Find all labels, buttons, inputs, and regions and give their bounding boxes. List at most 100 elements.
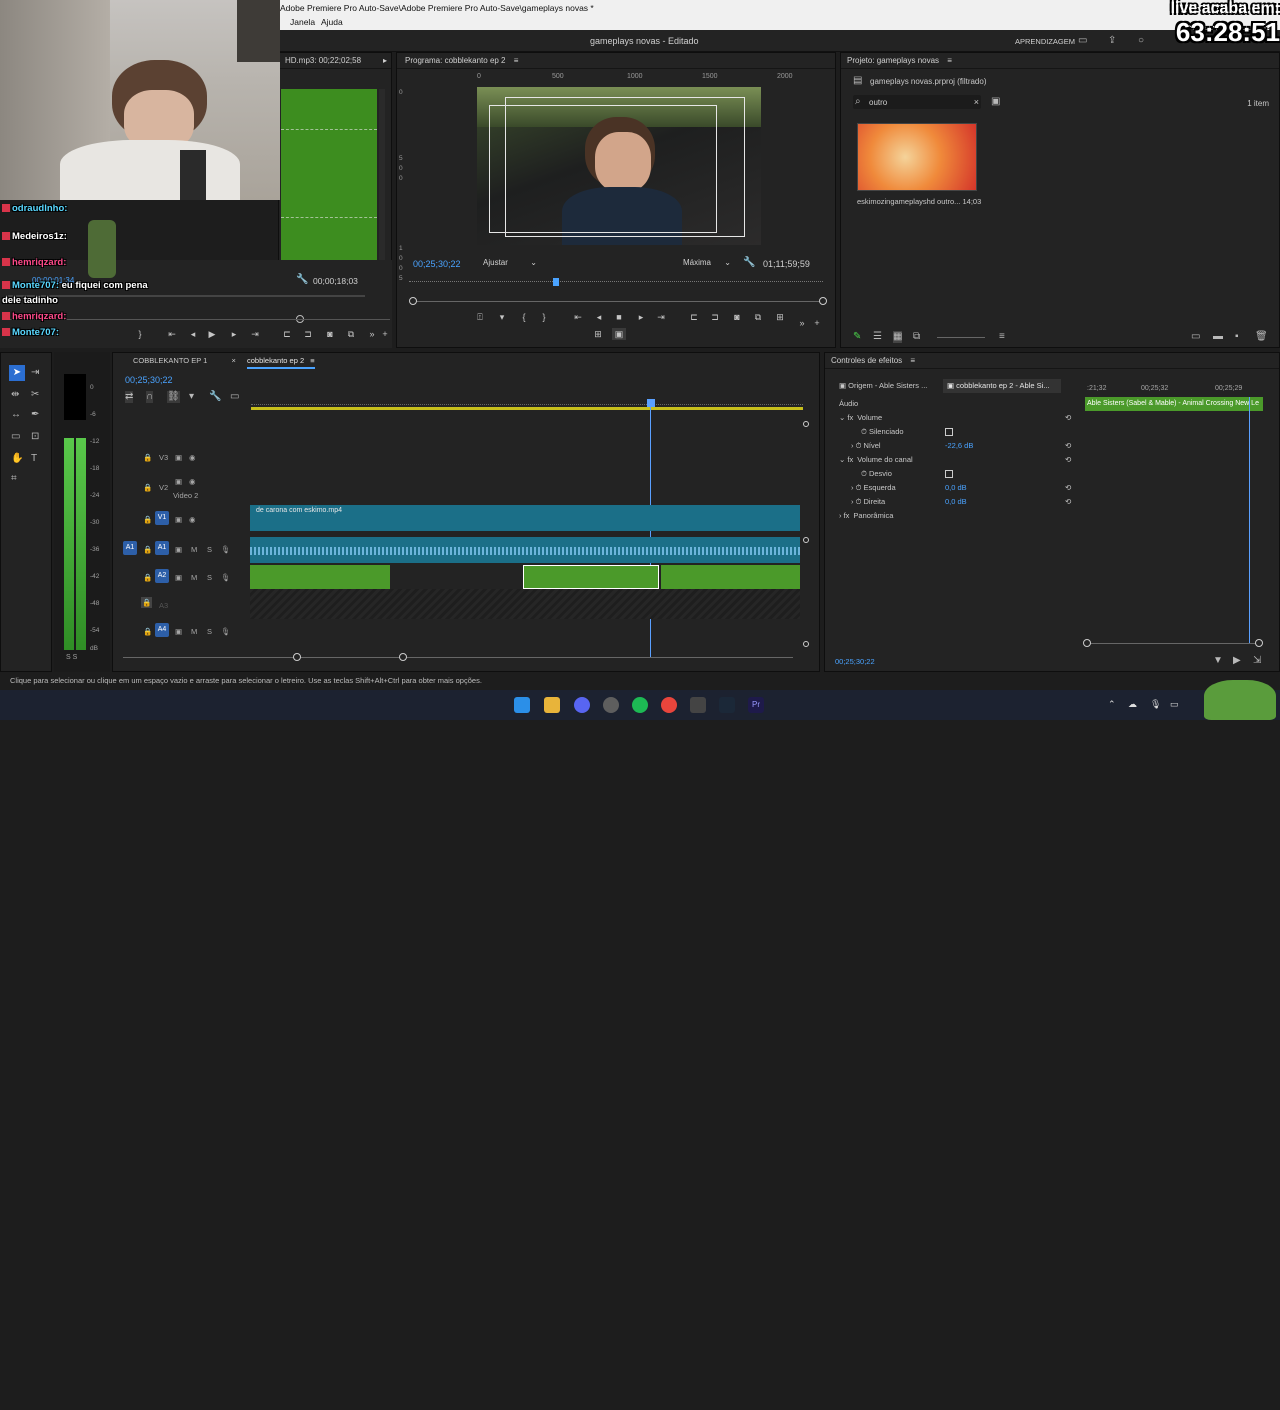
mic-icon[interactable]: 🎙 [221,545,231,554]
obs-icon[interactable] [603,697,619,713]
effect-controls-tab[interactable]: Controles de efeitos ≡ [825,353,1279,369]
lift-icon[interactable]: ⍐ [473,311,487,323]
premiere-icon[interactable]: Pr [748,697,764,713]
pen-icon[interactable]: ✒ [31,409,39,421]
windows-start-icon[interactable] [514,697,530,713]
mark-out-icon[interactable]: } [537,311,551,323]
snap-icon[interactable]: ∩ [146,391,154,403]
timeline-timecode[interactable]: 00;25;30;22 [125,375,173,385]
program-timecode[interactable]: 00;25;30;22 [413,259,461,269]
source-scrollbar[interactable] [379,89,385,265]
eye-icon[interactable]: ◉ [189,477,196,486]
chrome-icon[interactable] [661,697,677,713]
cloud-icon[interactable]: ☁ [1128,699,1137,710]
app-icon[interactable] [690,697,706,713]
timeline-ruler[interactable] [251,399,803,405]
audio-clip-selected[interactable] [523,565,659,589]
spotify-icon[interactable] [632,697,648,713]
wrench-icon[interactable]: 🔧 [296,274,308,286]
effect-hscroll-left[interactable] [1083,639,1091,647]
freeform-view-icon[interactable]: ⧉ [913,331,920,343]
discord-icon[interactable] [574,697,590,713]
settings-wrench-icon[interactable]: 🔧 [209,391,221,403]
insert-icon[interactable]: ⊏ [280,328,294,340]
go-to-out-icon[interactable]: ⇥ [654,311,668,323]
type-icon[interactable]: T [31,453,37,465]
step-back-icon[interactable]: ◂ [592,311,606,323]
track-a2-label[interactable]: A2 [155,569,169,583]
more-icon[interactable]: » [365,328,379,340]
timeline-vscroll[interactable] [803,421,809,653]
steam-icon[interactable] [719,697,735,713]
lock-icon[interactable]: 🔒 [143,453,152,462]
audio-clip-a1[interactable] [250,537,800,563]
sequence-clip-tab[interactable]: ▣ cobblekanto ep 2 - Able Si... [943,379,1061,393]
timeline-hscroll[interactable] [123,657,793,658]
new-item-icon[interactable]: ▪ [1235,331,1239,343]
solo-button[interactable]: S [207,573,212,582]
list-view-icon[interactable]: ☰ [873,331,882,343]
play-audio-icon[interactable]: ▶ [1233,655,1241,667]
icon-view-icon[interactable]: ▦ [893,331,903,343]
linked-icon[interactable]: ⛓ [167,391,180,403]
marker-icon[interactable]: ▾ [495,311,509,323]
sync-icon[interactable]: ▣ [175,627,182,636]
network-icon[interactable]: ▭ [1170,699,1179,710]
audio-clip-a2[interactable] [250,565,390,589]
add-button-icon[interactable]: + [378,328,392,340]
camera-icon[interactable]: ◙ [323,328,337,340]
track-a1-label[interactable]: A1 [155,541,169,555]
right-value[interactable]: 0,0 dB [945,495,967,509]
multicam-icon[interactable]: ⊞ [773,311,787,323]
automate-icon[interactable]: ▭ [1191,331,1200,343]
add-marker-icon[interactable]: ▾ [189,391,194,403]
program-mini-ruler[interactable] [409,281,823,285]
step-forward-icon[interactable]: ▸ [227,328,241,340]
stop-icon[interactable]: ■ [612,311,626,323]
row-channel-volume[interactable]: ⌄ fx Volume do canal ⟲ [839,453,1079,467]
grid-icon[interactable]: ⊞ [591,328,605,340]
mic-tray-icon[interactable]: 🎙 [1150,699,1161,710]
lock-icon[interactable]: 🔒 [143,627,152,636]
program-playhead[interactable] [553,278,559,286]
left-value[interactable]: 0,0 dB [945,481,967,495]
lock-icon[interactable]: 🔒 [143,573,152,582]
playhead-handle[interactable] [647,399,655,407]
zoom-slider[interactable] [937,337,985,338]
selection-tool-icon[interactable]: ➤ [9,365,25,381]
eye-icon[interactable]: ◉ [189,515,196,524]
track-select-icon[interactable]: ⇥ [31,367,39,379]
row-volume[interactable]: ⌄ fx Volume ⟲ [839,411,1079,425]
trash-icon[interactable]: 🗑 [1255,331,1268,343]
vr-icon[interactable]: ▣ [612,328,626,340]
source-tab[interactable]: HD.mp3: 00;22;02;58 ▸ [279,53,391,69]
fit-dropdown[interactable]: Ajustar ⌄ [483,258,543,271]
clear-search-icon[interactable]: × [974,97,979,107]
share-icon[interactable]: ⇪ [1108,35,1116,47]
lock-icon[interactable]: 🔒 [143,483,152,492]
status-icon[interactable]: ○ [1138,35,1144,47]
new-bin-icon[interactable]: ▣ [991,96,1000,108]
mute-button[interactable]: M [191,573,197,582]
hscroll-handle-right[interactable] [399,653,407,661]
new-folder-icon[interactable]: ▬ [1213,331,1223,343]
pencil-icon[interactable]: ✎ [853,331,861,343]
bypass-checkbox[interactable] [945,470,953,478]
nest-icon[interactable]: ⇄ [125,391,134,403]
mute-checkbox[interactable] [945,428,953,436]
effect-hscroll-right[interactable] [1255,639,1263,647]
program-zoom-bar[interactable] [413,301,823,302]
effect-timecode[interactable]: 00;25;30;22 [835,657,875,666]
compare-icon[interactable]: ⧉ [751,311,765,323]
eye-icon[interactable]: ◉ [189,453,196,462]
more-icon[interactable]: » [795,317,809,329]
sort-icon[interactable]: ≡ [999,331,1005,343]
caption-icon[interactable]: ⌗ [11,473,17,485]
mute-button[interactable]: M [191,545,197,554]
menu-janela[interactable]: Janela [290,16,315,29]
go-to-in-icon[interactable]: ⇤ [571,311,585,323]
track-a4-label[interactable]: A4 [155,623,169,637]
learning-workspace-tab[interactable]: APRENDIZAGEM [1015,37,1075,46]
solo-button[interactable]: S [207,545,212,554]
lock-icon[interactable]: 🔒 [143,515,152,524]
